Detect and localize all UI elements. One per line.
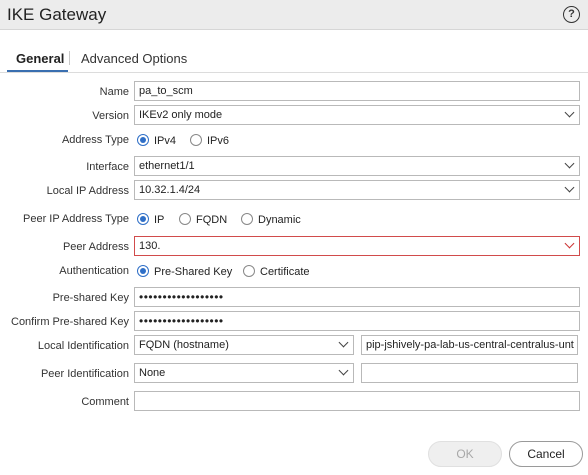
cancel-button[interactable]: Cancel (509, 441, 583, 467)
peer-id-value-input[interactable] (361, 363, 578, 383)
local-id-type-select[interactable]: FQDN (hostname) (134, 335, 354, 355)
radio-selected-icon (137, 265, 149, 277)
chevron-down-icon (338, 365, 349, 376)
name-label: Name (99, 86, 129, 98)
chevron-down-icon (564, 238, 575, 249)
help-icon[interactable]: ? (563, 6, 580, 23)
psk-input[interactable]: •••••••••••••••••• (134, 287, 580, 307)
tabs-divider (0, 72, 588, 73)
authentication-label: Authentication (59, 265, 129, 277)
tab-divider (69, 51, 70, 65)
local-id-value-input[interactable]: pip-jshively-pa-lab-us-central-centralus… (361, 335, 578, 355)
radio-selected-icon (137, 213, 149, 225)
name-input[interactable]: pa_to_scm (134, 81, 580, 101)
chevron-down-icon (564, 107, 575, 118)
address-type-radio-group: IPv4 IPv6 (137, 133, 337, 151)
peer-id-type-select[interactable]: None (134, 363, 354, 383)
interface-select[interactable]: ethernet1/1 (134, 156, 580, 176)
psk-label: Pre-shared Key (52, 292, 129, 304)
version-select[interactable]: IKEv2 only mode (134, 105, 580, 125)
chevron-down-icon (564, 158, 575, 169)
radio-unselected-icon (179, 213, 191, 225)
local-ip-label: Local IP Address (46, 185, 129, 197)
local-id-value: pip-jshively-pa-lab-us-central-centralus… (366, 339, 574, 351)
version-value: IKEv2 only mode (139, 109, 223, 121)
comment-label: Comment (81, 396, 129, 408)
name-value: pa_to_scm (139, 85, 193, 97)
comment-input[interactable] (134, 391, 580, 411)
peer-address-label: Peer Address (62, 241, 129, 253)
local-id-type-value: FQDN (hostname) (139, 339, 229, 351)
psk-value: •••••••••••••••••• (139, 290, 224, 304)
tab-bar: General Advanced Options (0, 46, 588, 72)
dialog-title: IKE Gateway (7, 5, 107, 24)
radio-unselected-icon (243, 265, 255, 277)
radio-unselected-icon (190, 134, 202, 146)
interface-value: ethernet1/1 (139, 160, 195, 172)
peer-address-input[interactable]: 130. (134, 236, 580, 256)
tab-general[interactable]: General (16, 51, 64, 66)
radio-unselected-icon (241, 213, 253, 225)
authentication-radio-group: Pre-Shared Key Certificate (137, 264, 357, 282)
peer-id-label: Peer Identification (40, 368, 129, 380)
address-type-label: Address Type (61, 134, 129, 146)
tab-advanced-options[interactable]: Advanced Options (81, 51, 187, 66)
confirm-psk-value: •••••••••••••••••• (139, 314, 224, 328)
confirm-psk-label: Confirm Pre-shared Key (11, 316, 129, 328)
local-ip-value: 10.32.1.4/24 (139, 184, 201, 196)
ok-button[interactable]: OK (428, 441, 502, 467)
version-label: Version (92, 110, 129, 122)
interface-label: Interface (86, 161, 129, 173)
radio-selected-icon (137, 134, 149, 146)
local-ip-select[interactable]: 10.32.1.4/24 (134, 180, 580, 200)
chevron-down-icon (338, 337, 349, 348)
confirm-psk-input[interactable]: •••••••••••••••••• (134, 311, 580, 331)
peer-ip-type-radio-group: IP FQDN Dynamic (137, 212, 357, 230)
peer-address-value: 130. (139, 240, 161, 252)
dialog-titlebar: IKE Gateway ? (0, 0, 588, 30)
peer-id-type-value: None (139, 367, 166, 379)
chevron-down-icon (564, 182, 575, 193)
peer-ip-type-label: Peer IP Address Type (23, 213, 129, 225)
local-id-label: Local Identification (37, 340, 129, 352)
